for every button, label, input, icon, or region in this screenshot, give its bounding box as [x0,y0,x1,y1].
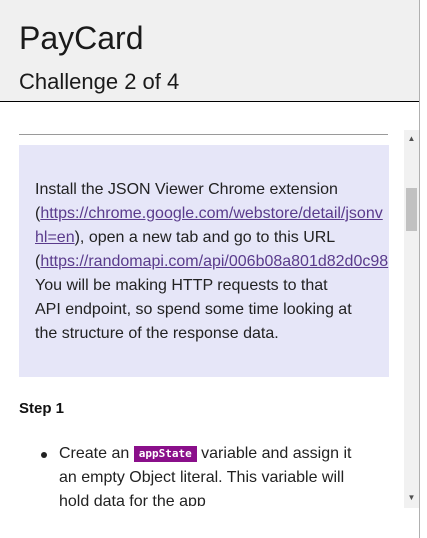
bullet-text-before: Create an [59,445,130,462]
intro-box: Install the JSON Viewer Chrome extension… [19,145,389,377]
bullet-line-1: Create an appState variable and assign i… [59,442,399,466]
window-right-edge [419,0,427,538]
content-divider [19,134,388,135]
scrollbar-thumb[interactable] [406,188,417,231]
footer-area [0,508,419,538]
json-viewer-link[interactable]: https://chrome.google.com/webstore/detai… [40,205,382,222]
intro-line-3-text: ), open a new tab and go to this URL [74,229,336,246]
bullet-line-2: an empty Object literal. This variable w… [59,469,345,486]
intro-text: Install the JSON Viewer Chrome extension… [35,178,389,346]
app-title: PayCard [19,20,144,56]
list-item: Create an appState variable and assign i… [19,442,399,506]
bullet-text-after: variable and assign it [201,445,352,462]
bullet-line-3: hold data for the app [59,493,206,506]
intro-line-7: the structure of the response data. [35,325,279,342]
random-api-link[interactable]: https://randomapi.com/api/006b08a801d82d… [40,253,388,270]
intro-line-2: (https://chrome.google.com/webstore/deta… [35,202,389,226]
challenge-content: Install the JSON Viewer Chrome extension… [0,103,404,506]
challenge-subtitle: Challenge 2 of 4 [19,69,180,94]
scroll-down-arrow-icon[interactable]: ▼ [404,491,419,505]
bullet-icon [41,452,47,458]
intro-line-5: You will be making HTTP requests to that [35,277,328,294]
intro-line-6: API endpoint, so spend some time looking… [35,301,352,318]
appstate-code: appState [133,446,197,462]
content-scrollbar[interactable]: ▲ ▼ [404,130,419,508]
intro-line-1: Install the JSON Viewer Chrome extension [35,181,338,198]
app-header: PayCard Challenge 2 of 4 [0,0,419,102]
step-1-list: Create an appState variable and assign i… [19,442,399,506]
scroll-up-arrow-icon[interactable]: ▲ [404,132,419,146]
intro-line-4: (https://randomapi.com/api/006b08a801d82… [35,250,389,274]
json-viewer-link-continued[interactable]: hl=en [35,229,75,246]
intro-line-3: hl=en), open a new tab and go to this UR… [35,226,389,250]
step-1-heading: Step 1 [19,400,65,417]
